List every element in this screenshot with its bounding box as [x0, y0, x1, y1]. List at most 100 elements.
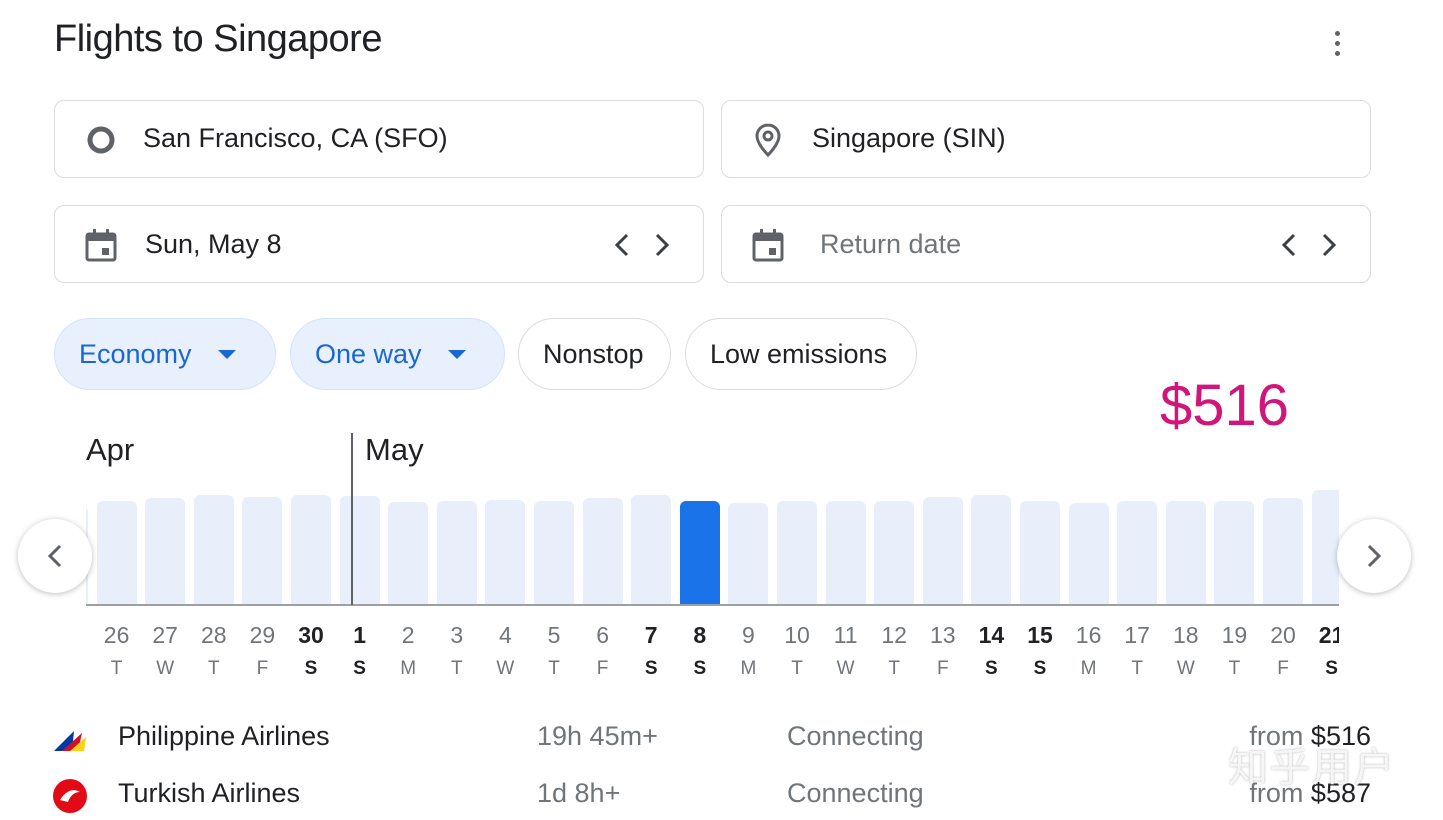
flight-duration: 19h 45m+ [537, 721, 658, 751]
return-next-button[interactable] [1316, 230, 1342, 260]
destination-field[interactable]: Singapore (SIN) [721, 100, 1371, 178]
caret-down-icon [447, 349, 466, 359]
price-bar[interactable] [825, 501, 866, 604]
date-weekday: M [86, 658, 90, 680]
price-bar[interactable] [1311, 490, 1339, 604]
price-bar[interactable] [582, 498, 623, 604]
origin-field[interactable]: San Francisco, CA (SFO) [54, 100, 704, 178]
turkish-airlines-logo-icon [53, 779, 87, 813]
page-title: Flights to Singapore [54, 18, 382, 60]
date-weekday: W [836, 658, 855, 679]
date-weekday: M [400, 658, 417, 679]
destination-value: Singapore (SIN) [812, 123, 1006, 153]
departure-date-field[interactable]: Sun, May 8 [54, 205, 704, 283]
departure-next-button[interactable] [649, 230, 675, 260]
airline-name: Turkish Airlines [118, 778, 301, 808]
calendar-icon [85, 229, 117, 262]
date-number: 5 [547, 622, 561, 648]
flight-row[interactable]: Philippine Airlines 19h 45m+ Connecting … [0, 713, 1443, 763]
date-number: 4 [498, 622, 512, 648]
price-bar[interactable] [1020, 501, 1060, 604]
price-bar[interactable] [242, 497, 283, 604]
date-number: 6 [596, 622, 609, 648]
price-bar[interactable] [193, 495, 234, 604]
caret-down-icon [217, 349, 236, 359]
departure-prev-button[interactable] [609, 230, 635, 260]
date-weekday: T [207, 658, 220, 679]
date-weekday: T [450, 658, 463, 679]
price-bar[interactable] [291, 495, 331, 604]
date-weekday: S [1325, 658, 1338, 679]
price-bar[interactable] [436, 501, 477, 604]
chevron-left-icon [47, 544, 62, 568]
date-weekday: S [644, 658, 658, 679]
date-weekday: T [110, 658, 123, 679]
cabin-class-chip[interactable]: Economy [54, 318, 276, 390]
chevron-right-icon [655, 233, 670, 257]
low-emissions-chip[interactable]: Low emissions [685, 318, 917, 390]
date-weekday: T [888, 658, 900, 679]
chip-label: Low emissions [710, 338, 888, 369]
date-weekday: W [496, 658, 515, 679]
price-bar[interactable] [631, 495, 672, 604]
calendar-prev-button[interactable] [18, 519, 92, 593]
nonstop-chip[interactable]: Nonstop [518, 318, 671, 390]
date-weekday: F [256, 658, 269, 679]
price-bar[interactable] [339, 496, 380, 604]
price-bar[interactable] [728, 503, 769, 604]
price-bar[interactable] [96, 501, 137, 604]
date-weekday: F [936, 658, 949, 679]
more-options-button[interactable] [1322, 22, 1352, 64]
date-weekday: T [548, 658, 560, 679]
price-bar[interactable] [874, 501, 915, 604]
date-number: 16 [1075, 622, 1102, 648]
price-bar[interactable] [679, 501, 720, 604]
flight-stops: Connecting [787, 721, 924, 751]
price-bar[interactable] [1165, 501, 1206, 604]
date-weekday: F [1277, 658, 1289, 679]
date-weekday: S [304, 658, 318, 679]
flight-stops: Connecting [787, 778, 924, 808]
date-weekday: T [1131, 658, 1143, 679]
date-weekday: S [985, 658, 998, 679]
date-weekday: M [740, 658, 757, 679]
date-number: 17 [1124, 622, 1150, 648]
date-weekday: T [1228, 658, 1241, 679]
price-bar[interactable] [1117, 501, 1158, 604]
date-number: 10 [784, 622, 810, 648]
date-weekday: T [791, 658, 803, 679]
price-bar[interactable] [1214, 501, 1255, 604]
chevron-left-icon [1281, 233, 1296, 257]
price-bar[interactable] [777, 501, 817, 604]
date-number: 21 [1318, 622, 1339, 648]
price-bar[interactable] [534, 501, 574, 604]
price-bar[interactable] [1068, 503, 1109, 604]
date-number: 18 [1173, 622, 1199, 648]
chevron-right-icon [1322, 233, 1337, 257]
price-bar[interactable] [145, 498, 186, 604]
date-number: 14 [978, 622, 1005, 648]
return-prev-button[interactable] [1276, 230, 1302, 260]
chip-label: Nonstop [543, 338, 644, 369]
date-number: 25 [86, 622, 90, 649]
price-bar[interactable] [388, 502, 429, 604]
date-number: 15 [1027, 622, 1053, 648]
dot-icon [1334, 30, 1340, 36]
date-number: 20 [1270, 622, 1296, 648]
chip-label: One way [315, 338, 422, 369]
origin-value: San Francisco, CA (SFO) [143, 123, 448, 153]
price-bar[interactable] [971, 495, 1012, 604]
date-weekday: S [1033, 658, 1047, 679]
month-divider [351, 433, 353, 605]
date-number: 9 [741, 622, 755, 648]
return-date-field[interactable]: Return date [721, 205, 1371, 283]
date-number: 2 [401, 622, 415, 648]
calendar-next-button[interactable] [1337, 519, 1411, 593]
price-bar[interactable] [1263, 498, 1303, 604]
trip-type-chip[interactable]: One way [290, 318, 505, 390]
date-number: 27 [152, 622, 178, 648]
flight-duration: 1d 8h+ [537, 778, 621, 808]
price-bar[interactable] [485, 500, 526, 604]
philippine-airlines-logo-icon [54, 731, 86, 751]
price-bar[interactable] [922, 497, 963, 604]
